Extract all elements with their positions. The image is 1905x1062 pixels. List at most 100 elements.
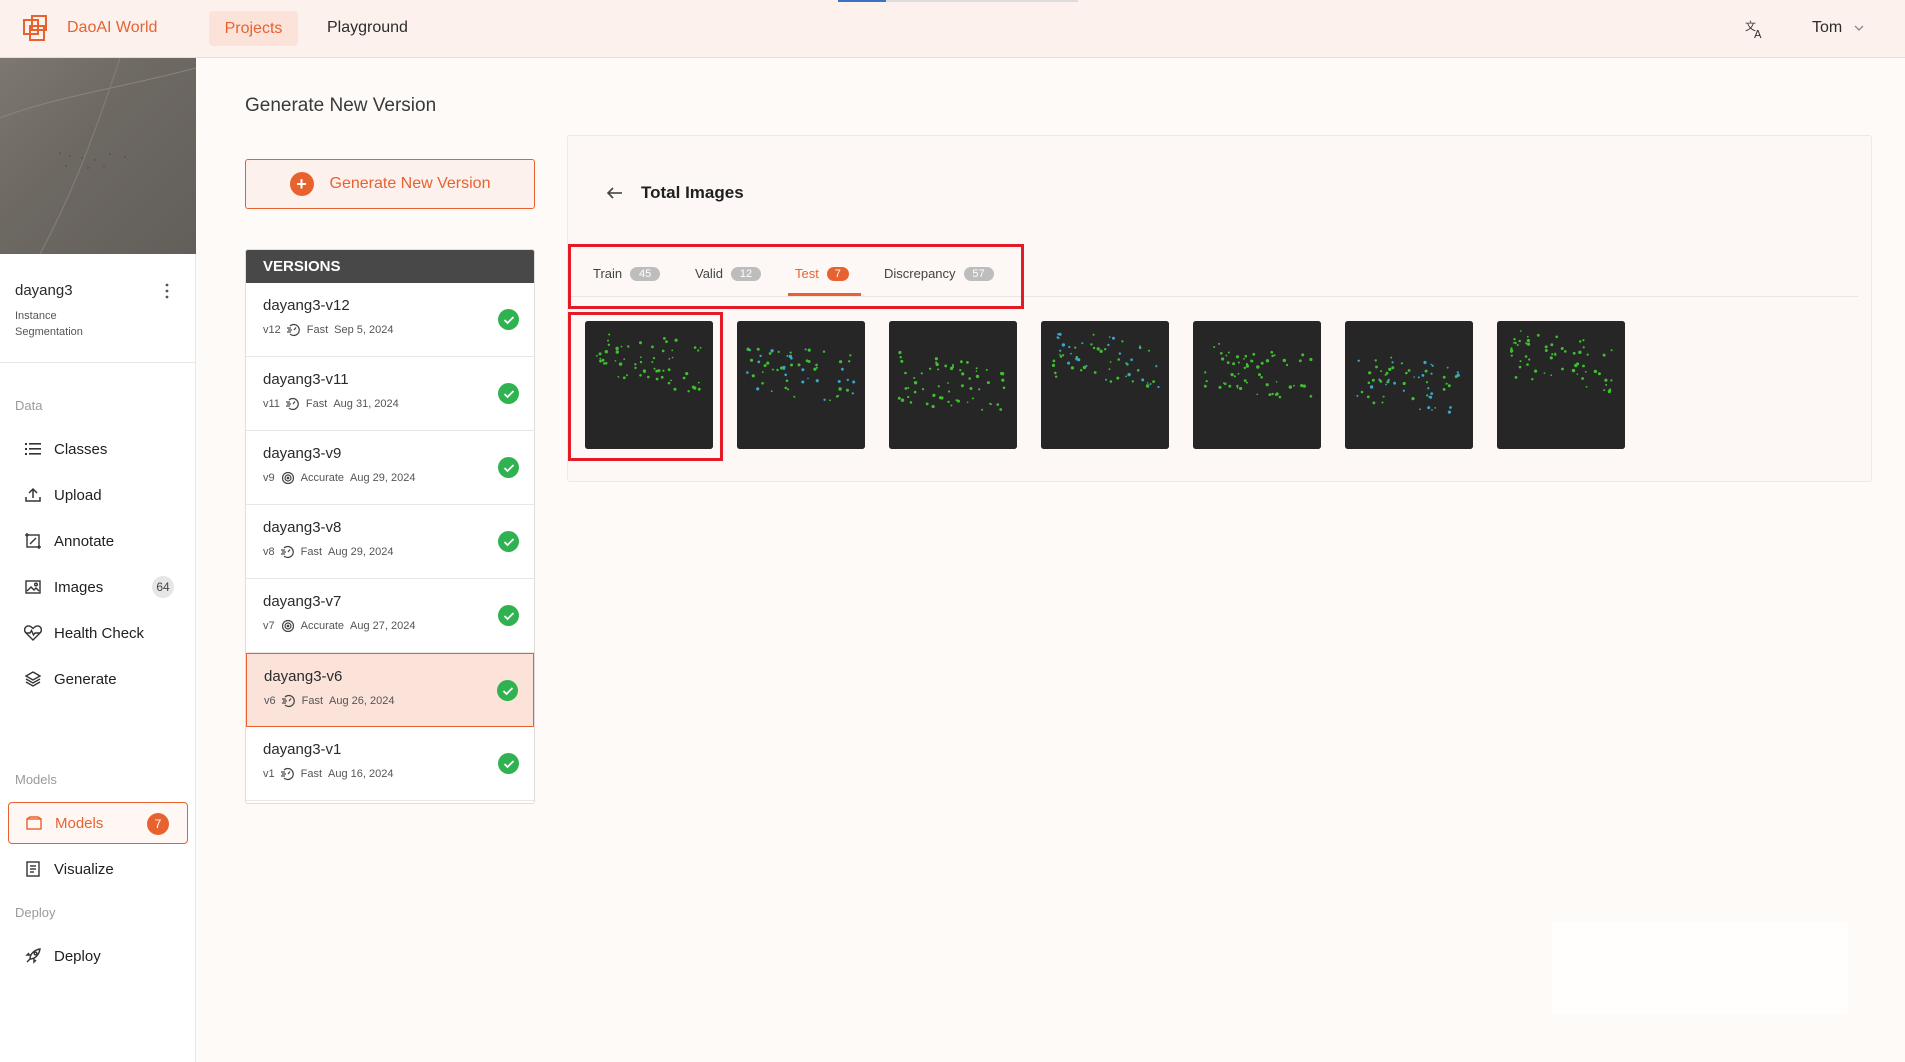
image-thumbnail[interactable] [1345, 321, 1473, 449]
sidebar-item-deploy[interactable]: Deploy [8, 935, 188, 977]
version-tag: v11 [263, 398, 280, 410]
project-type: Instance Segmentation [15, 310, 83, 338]
check-circle-icon [498, 531, 519, 552]
versions-panel: VERSIONS dayang3-v12 v12 Fast Sep 5, 2024 da… [245, 249, 535, 804]
version-name: dayang3-v12 [263, 297, 350, 314]
sidebar-item-upload[interactable]: Upload [8, 474, 188, 516]
chevron-down-icon[interactable] [1853, 22, 1865, 34]
images-count-badge: 64 [152, 576, 174, 598]
target-icon [281, 471, 294, 485]
version-tag: v8 [263, 546, 275, 558]
version-name: dayang3-v9 [263, 445, 342, 462]
version-item[interactable]: dayang3-v1 v1 Fast Aug 16, 2024 [246, 727, 534, 801]
speed-icon [285, 397, 299, 411]
version-meta: v11 Fast Aug 31, 2024 [263, 397, 405, 411]
toast-placeholder [1552, 922, 1848, 1014]
version-date: Aug 31, 2024 [333, 398, 399, 410]
version-item[interactable]: dayang3-v7 v7 Accurate Aug 27, 2024 [246, 579, 534, 653]
back-arrow-icon[interactable] [606, 184, 624, 202]
version-tag: v1 [263, 768, 275, 780]
version-item[interactable]: dayang3-v6 v6 Fast Aug 26, 2024 [246, 653, 534, 727]
more-vertical-icon[interactable] [162, 282, 172, 300]
sidebar-item-health-check[interactable]: Health Check [8, 612, 188, 654]
section-deploy: Deploy [15, 905, 56, 920]
check-circle-icon [497, 680, 518, 701]
version-mode: Fast [300, 546, 323, 558]
models-count-badge: 7 [147, 813, 169, 835]
version-meta: v6 Fast Aug 26, 2024 [264, 694, 400, 708]
generate-button-label: Generate New Version [329, 175, 491, 192]
image-thumbnail[interactable] [1193, 321, 1321, 449]
version-date: Aug 27, 2024 [350, 620, 416, 632]
brand-name[interactable]: DaoAI World [67, 19, 157, 37]
speed-icon [280, 545, 294, 559]
version-date: Aug 16, 2024 [328, 768, 394, 780]
speed-icon [280, 767, 294, 781]
models-icon [25, 814, 43, 832]
version-item[interactable]: dayang3-v11 v11 Fast Aug 31, 2024 [246, 357, 534, 431]
top-bar: DaoAI World Projects Playground 文 A Tom [0, 0, 1905, 58]
version-mode: Accurate [300, 472, 345, 484]
user-menu[interactable]: Tom [1812, 19, 1842, 37]
nav-playground[interactable]: Playground [327, 19, 408, 37]
translate-icon[interactable]: 文 A [1744, 18, 1766, 40]
sidebar-item-visualize[interactable]: Visualize [8, 848, 188, 890]
selected-image-highlight [568, 312, 723, 461]
sidebar-item-classes[interactable]: Classes [8, 428, 188, 470]
nav-projects[interactable]: Projects [209, 11, 298, 46]
version-mode: Accurate [300, 620, 345, 632]
version-mode: Fast [300, 768, 323, 780]
sidebar-item-label: Visualize [54, 860, 114, 878]
sidebar: dayang3 Instance Segmentation Data Class… [0, 58, 196, 1062]
version-mode: Fast [305, 398, 328, 410]
version-name: dayang3-v7 [263, 593, 342, 610]
total-images-card: Total Images Train 45 Valid 12 Test 7 Di… [567, 135, 1872, 482]
version-mode: Fast [301, 695, 324, 707]
version-tag: v9 [263, 472, 275, 484]
version-date: Aug 29, 2024 [328, 546, 394, 558]
version-item[interactable]: dayang3-v9 v9 Accurate Aug 29, 2024 [246, 431, 534, 505]
version-name: dayang3-v11 [263, 371, 349, 388]
image-thumbnail[interactable] [1497, 321, 1625, 449]
version-meta: v12 Fast Sep 5, 2024 [263, 323, 400, 337]
versions-header: VERSIONS [246, 250, 534, 283]
project-name: dayang3 [15, 282, 73, 299]
sidebar-item-annotate[interactable]: Annotate [8, 520, 188, 562]
version-date: Aug 29, 2024 [350, 472, 416, 484]
check-circle-icon [498, 753, 519, 774]
image-thumbnail[interactable] [889, 321, 1017, 449]
section-models: Models [15, 772, 57, 787]
version-date: Aug 26, 2024 [329, 695, 395, 707]
sidebar-item-label: Health Check [54, 624, 145, 642]
image-thumbnail[interactable] [737, 321, 865, 449]
sidebar-item-label: Images [54, 578, 104, 596]
image-thumbnail[interactable] [1041, 321, 1169, 449]
svg-text:A: A [1754, 28, 1762, 40]
version-item[interactable]: dayang3-v12 v12 Fast Sep 5, 2024 [246, 283, 534, 357]
check-circle-icon [498, 383, 519, 404]
card-title: Total Images [641, 183, 744, 202]
version-mode: Fast [306, 324, 329, 336]
project-thumbnail[interactable] [0, 58, 196, 254]
version-tag: v6 [264, 695, 276, 707]
sidebar-item-images[interactable]: Images 64 [8, 566, 188, 608]
loading-progress-bar [838, 0, 1078, 2]
sidebar-item-label: Models [55, 814, 104, 832]
generate-new-version-button[interactable]: + Generate New Version [245, 159, 535, 209]
speed-icon [286, 323, 300, 337]
plus-icon: + [289, 172, 314, 196]
version-item[interactable]: dayang3-v8 v8 Fast Aug 29, 2024 [246, 505, 534, 579]
sidebar-item-label: Classes [54, 440, 108, 458]
logo-icon[interactable] [22, 14, 50, 42]
image-icon [24, 578, 42, 596]
tabs-highlight-box [568, 244, 1024, 309]
sidebar-item-models[interactable]: Models 7 [8, 802, 188, 844]
section-data: Data [15, 398, 43, 413]
version-tag: v12 [263, 324, 281, 336]
sidebar-item-generate[interactable]: Generate [8, 658, 188, 700]
rocket-icon [24, 947, 42, 965]
check-circle-icon [498, 605, 519, 626]
layers-icon [24, 670, 42, 688]
sidebar-item-label: Generate [54, 670, 117, 688]
version-name: dayang3-v8 [263, 519, 342, 536]
